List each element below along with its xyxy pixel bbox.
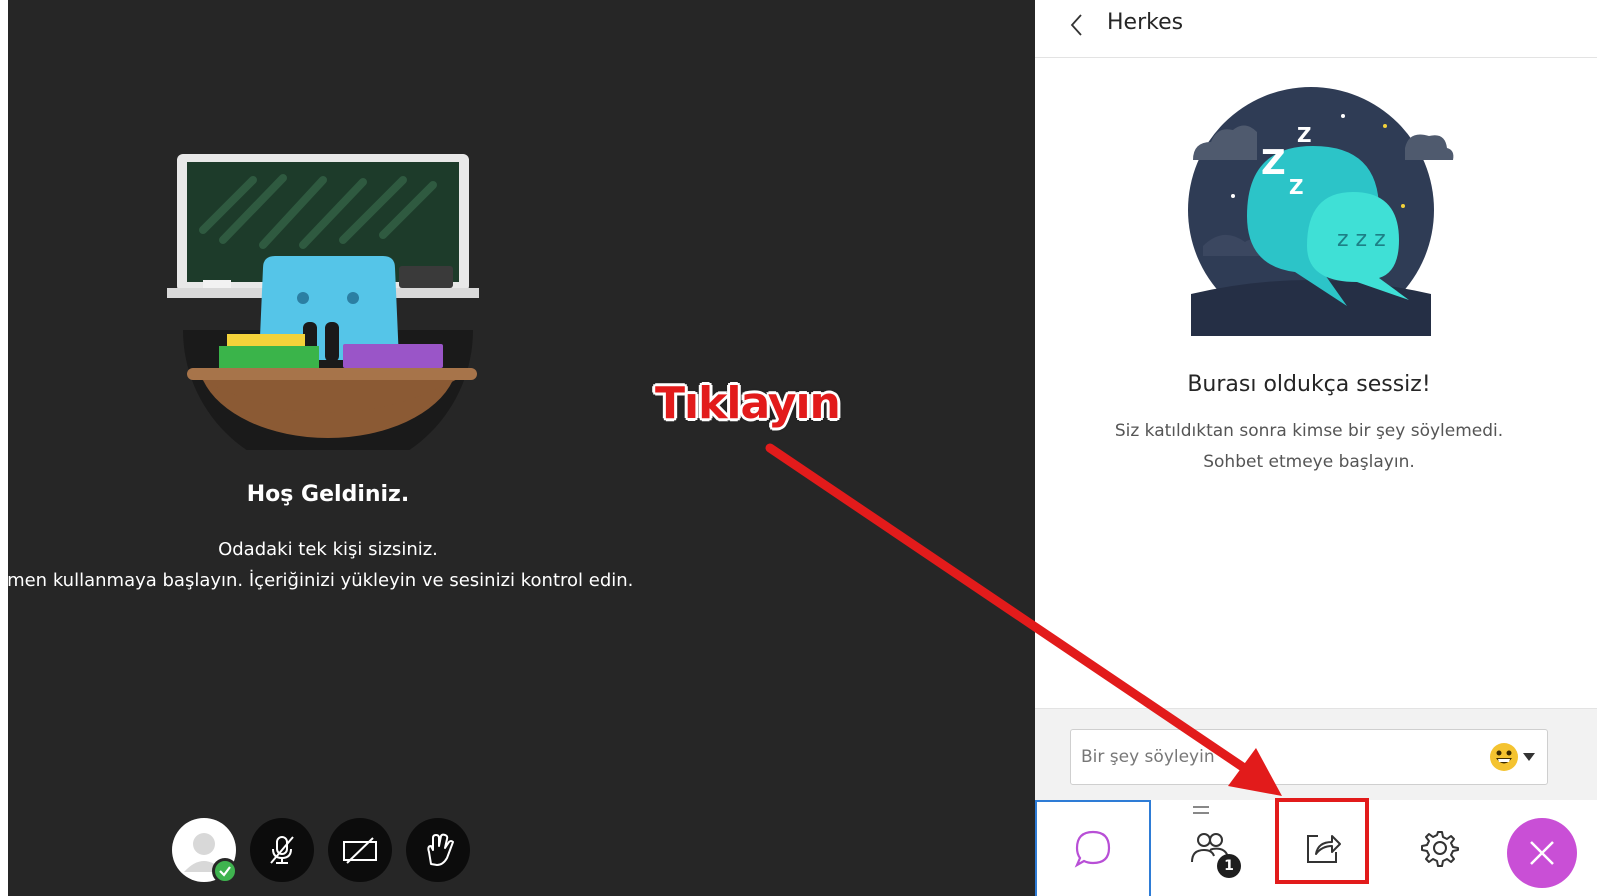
- annotation-label: Tıklayın: [655, 378, 841, 429]
- check-icon: [212, 858, 238, 884]
- chat-bubble-icon: [1074, 830, 1111, 868]
- attendee-count-badge: 1: [1217, 854, 1241, 878]
- empty-state-title: Burası oldukça sessiz!: [1187, 372, 1431, 397]
- raise-hand-button[interactable]: [406, 818, 470, 882]
- chevron-left-icon: [1070, 14, 1082, 36]
- svg-text:Z: Z: [1261, 143, 1286, 183]
- hand-icon: [427, 833, 454, 866]
- chat-tab[interactable]: [1035, 800, 1151, 896]
- main-stage: Hoş Geldiniz. Odadaki tek kişi sizsiniz.…: [8, 0, 1035, 896]
- gear-icon: [1421, 831, 1459, 867]
- attendees-tab[interactable]: [1165, 800, 1255, 896]
- panel-header: Herkes: [1035, 0, 1597, 58]
- avatar-button[interactable]: [172, 818, 238, 884]
- session-controls: [172, 818, 470, 884]
- welcome-title: Hoş Geldiniz.: [246, 482, 410, 507]
- mute-button[interactable]: [250, 818, 314, 882]
- collaborate-session: Hoş Geldiniz. Odadaki tek kişi sizsiniz.…: [0, 0, 1597, 896]
- message-composer: [1070, 729, 1548, 785]
- empty-state-message: Siz katıldıktan sonra kimse bir şey söyl…: [1114, 421, 1504, 441]
- settings-tab[interactable]: [1395, 800, 1485, 896]
- chat-panel: Herkes Z Z Z z z z Burası oldukça sessiz…: [1035, 0, 1597, 896]
- composer-area: [1035, 708, 1597, 800]
- close-panel-button[interactable]: [1507, 818, 1577, 888]
- back-button[interactable]: [1061, 10, 1091, 40]
- message-input[interactable]: [1081, 740, 1461, 774]
- emoji-icon: [1490, 743, 1518, 771]
- empty-state-hint: Sohbet etmeye başlayın.: [1203, 452, 1415, 472]
- close-icon: [1530, 841, 1554, 865]
- classroom-illustration: [167, 154, 479, 450]
- sleeping-chat-illustration: Z Z Z z z z: [1188, 87, 1454, 336]
- panel-title: Herkes: [1107, 10, 1184, 35]
- svg-text:Z: Z: [1289, 175, 1304, 199]
- svg-text:Z: Z: [1297, 123, 1312, 147]
- svg-text:z z z: z z z: [1337, 227, 1386, 252]
- welcome-instructions: emen kullanmaya başlayın. İçeriğinizi yü…: [8, 570, 634, 591]
- camera-off-icon: [343, 837, 377, 864]
- microphone-off-icon: [270, 836, 294, 864]
- welcome-message: Odadaki tek kişi sizsiniz.: [218, 539, 438, 560]
- emoji-picker-button[interactable]: [1489, 742, 1535, 772]
- annotation-highlight-box: [1275, 798, 1369, 884]
- camera-button[interactable]: [328, 818, 392, 882]
- caret-down-icon: [1523, 753, 1535, 761]
